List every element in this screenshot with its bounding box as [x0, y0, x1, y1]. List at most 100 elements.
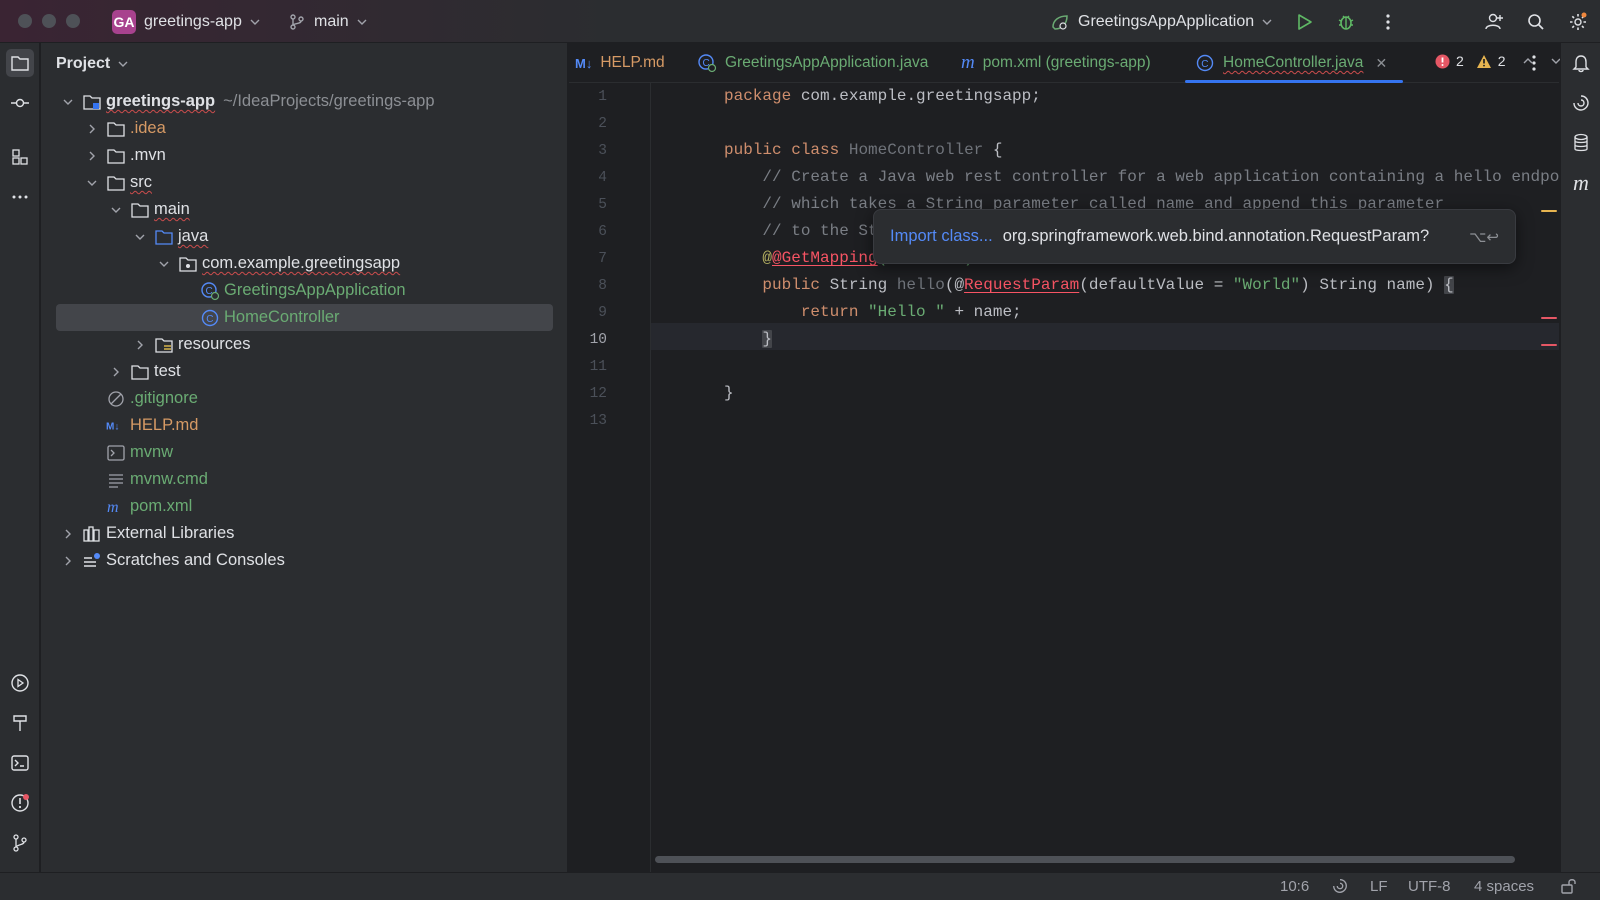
line-number: 2	[598, 116, 607, 132]
file-encoding[interactable]: UTF-8	[1408, 878, 1451, 895]
tree-item-external-libraries[interactable]: External Libraries	[56, 520, 553, 547]
ai-assistant-icon[interactable]	[1567, 89, 1595, 117]
code-editor[interactable]: package com.example.greetingsapp; public…	[651, 83, 1559, 872]
run-icon[interactable]	[1293, 11, 1315, 33]
warning-icon	[1476, 54, 1491, 68]
tree-item-label: Scratches and Consoles	[106, 551, 285, 569]
git-tool-icon[interactable]	[6, 829, 34, 857]
error-stripe[interactable]	[1541, 83, 1559, 872]
error-marker[interactable]	[1541, 317, 1557, 319]
debug-icon[interactable]	[1335, 11, 1357, 33]
tree-item-java[interactable]: java	[56, 223, 553, 250]
class-icon: C	[200, 309, 220, 327]
ai-status-icon[interactable]	[1331, 877, 1349, 899]
project-tool-icon[interactable]	[6, 49, 34, 77]
chevron-right-icon[interactable]	[60, 553, 76, 569]
project-switcher[interactable]: GA greetings-app	[112, 9, 260, 35]
tree-item-label: pom.xml	[130, 497, 193, 515]
tree-item-label: External Libraries	[106, 524, 235, 542]
tree-item-idea[interactable]: .idea	[56, 115, 553, 142]
tree-item-mvn[interactable]: .mvn	[56, 142, 553, 169]
build-hammer-icon[interactable]	[6, 709, 34, 737]
chevron-down-icon[interactable]	[156, 256, 172, 272]
structure-tool-icon[interactable]	[6, 143, 34, 171]
error-count: 2	[1456, 53, 1464, 69]
chevron-down-icon[interactable]	[84, 175, 100, 191]
caret-position[interactable]: 10:6	[1280, 878, 1309, 895]
import-class-action[interactable]: Import class...	[890, 227, 993, 246]
line-number: 10	[589, 332, 607, 348]
horizontal-scrollbar[interactable]	[651, 853, 1527, 865]
tab-pom-xml[interactable]: m pom.xml (greetings-app)	[961, 43, 1151, 83]
commit-tool-icon[interactable]	[6, 89, 34, 117]
line-number: 11	[589, 359, 607, 375]
tree-item-src[interactable]: src	[56, 169, 553, 196]
services-tool-icon[interactable]	[6, 669, 34, 697]
add-user-icon[interactable]	[1483, 11, 1505, 33]
tree-item-homecontroller[interactable]: C HomeController	[56, 304, 553, 331]
project-name: greetings-app	[144, 13, 242, 30]
line-separator[interactable]: LF	[1370, 878, 1388, 895]
chevron-right-icon[interactable]	[84, 148, 100, 164]
tab-label: HELP.md	[600, 54, 665, 71]
minimize-window-button[interactable]	[42, 14, 56, 28]
vcs-branch-widget[interactable]: main	[288, 9, 367, 35]
chevron-right-icon[interactable]	[84, 121, 100, 137]
tree-item-scratches[interactable]: Scratches and Consoles	[56, 547, 553, 574]
tab-greetingsappapplication[interactable]: C GreetingsAppApplication.java	[697, 43, 928, 83]
project-view-selector[interactable]: Project	[56, 52, 128, 76]
problems-tool-icon[interactable]	[6, 789, 34, 817]
close-tab-icon[interactable]: ✕	[1375, 55, 1387, 72]
tree-item-main[interactable]: main	[56, 196, 553, 223]
tree-item-gitignore[interactable]: .gitignore	[56, 385, 553, 412]
chevron-down-icon[interactable]	[60, 94, 76, 110]
chevron-right-icon[interactable]	[132, 337, 148, 353]
chevron-right-icon[interactable]	[108, 364, 124, 380]
warning-count: 2	[1497, 53, 1506, 69]
inspection-widget[interactable]: 2 2	[1435, 50, 1562, 72]
database-icon[interactable]	[1567, 129, 1595, 157]
tree-item-resources[interactable]: resources	[56, 331, 553, 358]
tree-item-test[interactable]: test	[56, 358, 553, 385]
tree-item-pom-xml[interactable]: m pom.xml	[56, 493, 553, 520]
line-number: 4	[598, 170, 607, 186]
tab-help-md[interactable]: M↓ HELP.md	[575, 43, 665, 83]
package-icon	[178, 255, 198, 273]
editor-gutter[interactable]: 1 2 3 4 5 6 7 8 9 10 11 12 13	[569, 83, 651, 872]
indent-setting[interactable]: 4 spaces	[1474, 878, 1534, 895]
error-marker[interactable]	[1541, 344, 1557, 346]
tree-item-label: .idea	[130, 119, 166, 137]
line-number: 5	[598, 197, 607, 213]
tree-item-package[interactable]: com.example.greetingsapp	[56, 250, 553, 277]
chevron-down-icon[interactable]	[108, 202, 124, 218]
folder-icon	[106, 120, 126, 138]
notifications-bell-icon[interactable]	[1567, 49, 1595, 77]
settings-gear-icon[interactable]	[1567, 11, 1589, 33]
code-line-10: }	[762, 330, 773, 348]
run-configuration-selector[interactable]: GreetingsAppApplication	[1050, 9, 1272, 35]
scrollbar-thumb[interactable]	[655, 856, 1515, 863]
chevron-down-icon[interactable]	[132, 229, 148, 245]
warning-marker[interactable]	[1541, 210, 1557, 212]
shell-script-icon	[106, 444, 126, 462]
close-window-button[interactable]	[18, 14, 32, 28]
more-tool-windows-icon[interactable]	[6, 183, 34, 211]
lock-icon[interactable]	[1560, 877, 1578, 899]
zoom-window-button[interactable]	[66, 14, 80, 28]
spring-boot-icon	[1052, 15, 1068, 30]
search-icon[interactable]	[1525, 11, 1547, 33]
chevron-right-icon[interactable]	[60, 526, 76, 542]
chevron-up-icon[interactable]	[1522, 55, 1534, 67]
tree-item-mvnw-cmd[interactable]: mvnw.cmd	[56, 466, 553, 493]
tab-homecontroller[interactable]: C HomeController.java ✕	[1184, 43, 1404, 83]
run-configuration-name: GreetingsAppApplication	[1078, 13, 1255, 30]
maven-icon: m	[106, 498, 126, 516]
editor-area: M↓ HELP.md C GreetingsAppApplication.jav…	[569, 43, 1562, 872]
maven-tool-icon[interactable]: m	[1567, 169, 1595, 197]
terminal-tool-icon[interactable]	[6, 749, 34, 777]
more-actions-icon[interactable]	[1377, 11, 1399, 33]
tree-item-mvnw[interactable]: mvnw	[56, 439, 553, 466]
tree-item-greetings-app[interactable]: greetings-app ~/IdeaProjects/greetings-a…	[56, 88, 553, 115]
tree-item-help-md[interactable]: M↓ HELP.md	[56, 412, 553, 439]
tree-item-greetingsappapplication[interactable]: C GreetingsAppApplication	[56, 277, 553, 304]
